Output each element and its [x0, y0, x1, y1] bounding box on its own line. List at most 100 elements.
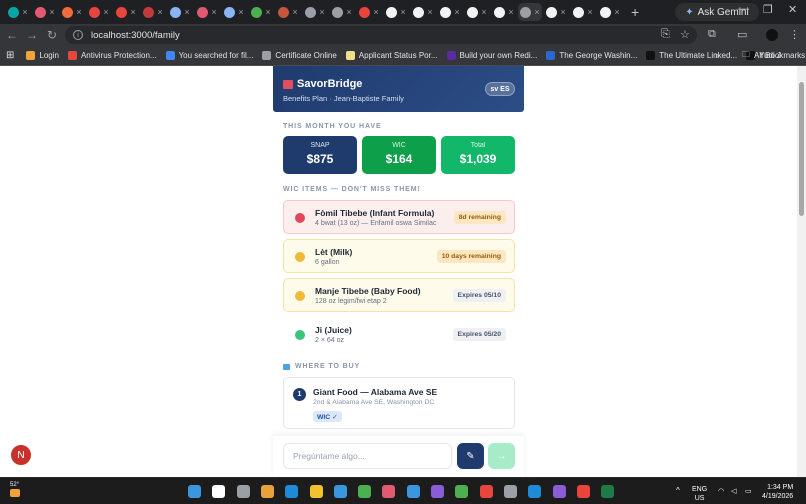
browser-tab[interactable]: ×: [329, 3, 355, 21]
sidepanel-icon[interactable]: ▭: [737, 28, 747, 41]
clock[interactable]: 1:34 PM 4/19/2026: [762, 483, 793, 501]
browser-tab[interactable]: ×: [5, 3, 31, 21]
volume-icon[interactable]: ◁: [731, 487, 736, 496]
maximize-icon[interactable]: ❐: [763, 3, 773, 16]
translate-icon[interactable]: ⎘: [661, 28, 670, 41]
taskbar-app-icon[interactable]: [406, 485, 420, 498]
browser-tab[interactable]: ×: [167, 3, 193, 21]
browser-tab[interactable]: ×: [275, 3, 301, 21]
tab-close-icon[interactable]: ×: [265, 7, 270, 17]
browser-tab[interactable]: ×: [194, 3, 220, 21]
scrollbar-thumb[interactable]: [799, 82, 804, 216]
start-icon[interactable]: [188, 485, 201, 498]
taskbar-app-icon[interactable]: [552, 485, 566, 498]
tab-close-icon[interactable]: ×: [103, 7, 108, 17]
wic-item[interactable]: Fòmil Tibebe (Infant Formula) 4 bwat (13 …: [283, 200, 515, 234]
search-icon[interactable]: [212, 485, 226, 498]
user-avatar[interactable]: N: [10, 444, 32, 466]
tab-close-icon[interactable]: ×: [22, 7, 27, 17]
taskbar-app-icon[interactable]: [601, 485, 615, 498]
tab-close-icon[interactable]: ×: [49, 7, 54, 17]
taskbar-app-icon[interactable]: [479, 485, 493, 498]
browser-tab[interactable]: ×: [410, 3, 436, 21]
bookmark-item[interactable]: The Ultimate Linked...: [646, 51, 737, 60]
taskbar-app-icon[interactable]: [455, 485, 469, 498]
tab-close-icon[interactable]: ×: [614, 7, 619, 17]
tab-close-icon[interactable]: ×: [346, 7, 351, 17]
bookmark-item[interactable]: Antivirus Protection...: [67, 51, 157, 60]
chat-input[interactable]: Pregúntame algo...: [283, 443, 452, 469]
taskbar-app-icon[interactable]: [333, 485, 347, 498]
tray-chevron-icon[interactable]: ^: [676, 486, 680, 495]
browser-tab[interactable]: ×: [570, 3, 596, 21]
tab-close-icon[interactable]: ×: [534, 7, 539, 17]
tab-close-icon[interactable]: ×: [427, 7, 432, 17]
tab-close-icon[interactable]: ×: [400, 7, 405, 17]
taskbar-app-icon[interactable]: [285, 485, 299, 498]
reload-icon[interactable]: ↻: [42, 28, 62, 42]
wic-item[interactable]: Ji (Juice) 2 × 64 oz Expires 05/20: [283, 317, 515, 351]
taskbar-app-icon[interactable]: [503, 485, 517, 498]
tab-close-icon[interactable]: ×: [560, 7, 565, 17]
language-indicator[interactable]: ENG US: [692, 485, 707, 503]
tab-close-icon[interactable]: ×: [238, 7, 243, 17]
bookmark-item[interactable]: Certificate Online: [262, 51, 337, 60]
browser-tab[interactable]: ×: [221, 3, 247, 21]
taskbar-app-icon[interactable]: [260, 485, 274, 498]
browser-tab[interactable]: ×: [140, 3, 166, 21]
wifi-icon[interactable]: ◠: [718, 487, 724, 496]
back-icon[interactable]: ←: [2, 28, 22, 42]
profile-avatar[interactable]: [766, 29, 778, 41]
bookmark-star-icon[interactable]: ☆: [680, 28, 690, 41]
battery-icon[interactable]: ▭: [745, 487, 752, 496]
taskbar-app-icon[interactable]: [576, 485, 590, 498]
browser-tab[interactable]: ×: [113, 3, 139, 21]
tab-close-icon[interactable]: ×: [292, 7, 297, 17]
tab-close-icon[interactable]: ×: [184, 7, 189, 17]
taskbar-app-icon[interactable]: [236, 485, 250, 498]
browser-tab[interactable]: ×: [383, 3, 409, 21]
taskbar-app-icon[interactable]: [528, 485, 542, 498]
minimize-icon[interactable]: —: [738, 3, 749, 15]
more-bookmarks-icon[interactable]: »: [715, 51, 719, 60]
menu-icon[interactable]: ⋮: [789, 28, 800, 41]
tab-close-icon[interactable]: ×: [508, 7, 513, 17]
tab-close-icon[interactable]: ×: [157, 7, 162, 17]
browser-tab[interactable]: ×: [518, 3, 542, 21]
extensions-icon[interactable]: ⧉: [708, 28, 716, 41]
browser-tab[interactable]: ×: [491, 3, 517, 21]
browser-tab[interactable]: ×: [464, 3, 490, 21]
browser-tab[interactable]: ×: [543, 3, 569, 21]
browser-tab[interactable]: ×: [32, 3, 58, 21]
taskbar-app-icon[interactable]: [358, 485, 372, 498]
apps-icon[interactable]: ⊞: [6, 50, 14, 61]
bookmark-item[interactable]: Build your own Redi...: [446, 51, 537, 60]
tab-close-icon[interactable]: ×: [130, 7, 135, 17]
browser-tab[interactable]: ×: [356, 3, 382, 21]
tab-close-icon[interactable]: ×: [587, 7, 592, 17]
taskbar-app-icon[interactable]: [309, 485, 323, 498]
tab-close-icon[interactable]: ×: [76, 7, 81, 17]
bookmark-item[interactable]: Applicant Status Por...: [345, 51, 438, 60]
wic-item[interactable]: Manje Tibebe (Baby Food) 128 oz legim/fwi…: [283, 278, 515, 312]
forward-icon[interactable]: →: [22, 28, 42, 42]
wic-item[interactable]: Lèt (Milk) 6 gallon 10 days remaining: [283, 239, 515, 273]
send-button[interactable]: →: [488, 443, 515, 469]
weather-widget[interactable]: 52°: [10, 482, 20, 497]
new-tab-button[interactable]: +: [631, 4, 639, 20]
address-bar[interactable]: i localhost:3000/family: [65, 26, 697, 44]
browser-tab[interactable]: ×: [302, 3, 328, 21]
browser-tab[interactable]: ×: [437, 3, 463, 21]
bookmark-item[interactable]: Login: [26, 51, 59, 60]
tab-close-icon[interactable]: ×: [373, 7, 378, 17]
close-window-icon[interactable]: ✕: [788, 3, 797, 16]
language-toggle[interactable]: sv ES: [485, 82, 515, 96]
taskbar-app-icon[interactable]: [431, 485, 444, 498]
store-card[interactable]: 1 Giant Food — Alabama Ave SE 2nd & Alab…: [283, 377, 515, 429]
page-scrollbar[interactable]: [797, 66, 806, 477]
site-info-icon[interactable]: i: [73, 30, 83, 40]
tab-close-icon[interactable]: ×: [481, 7, 486, 17]
all-bookmarks-button[interactable]: 🗀 All Bookmarks: [742, 49, 805, 63]
voice-button[interactable]: ✎: [457, 443, 484, 469]
bookmark-item[interactable]: You searched for fil...: [165, 51, 253, 60]
